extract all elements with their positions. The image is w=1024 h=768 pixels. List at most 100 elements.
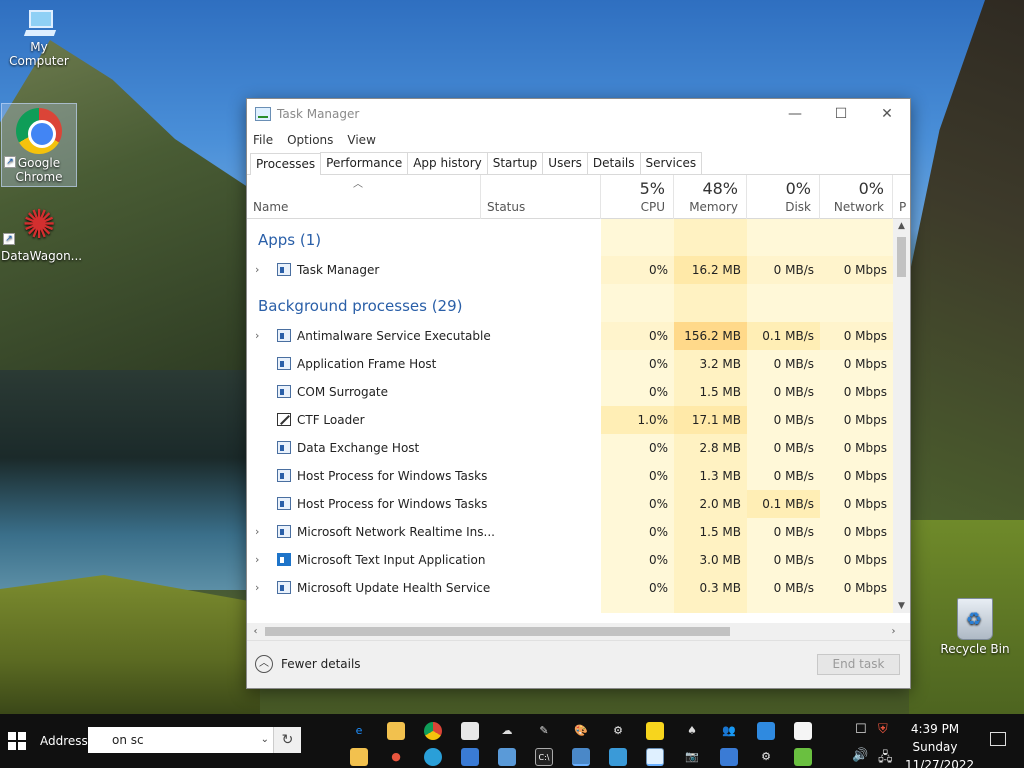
command-prompt-icon[interactable]: C:\ bbox=[535, 748, 553, 766]
camera-icon[interactable]: 📷 bbox=[683, 748, 701, 766]
table-row[interactable]: › Microsoft Network Realtime Ins... 0% 1… bbox=[247, 518, 892, 546]
settings-cog-icon[interactable]: ⚙ bbox=[757, 748, 775, 766]
table-row[interactable]: › Microsoft Text Input Application 0% 3.… bbox=[247, 546, 892, 574]
expand-chevron-icon[interactable]: › bbox=[255, 256, 259, 284]
menu-options[interactable]: Options bbox=[287, 133, 333, 147]
close-button[interactable]: ✕ bbox=[864, 99, 910, 129]
horizontal-scrollbar[interactable]: ‹ › bbox=[247, 623, 910, 640]
system-info-icon[interactable] bbox=[609, 748, 627, 766]
internet-explorer-icon[interactable]: e bbox=[350, 722, 368, 740]
table-row[interactable]: › Microsoft Update Health Service 0% 0.3… bbox=[247, 574, 892, 602]
table-row[interactable]: CTF Loader 1.0% 17.1 MB 0 MB/s 0 Mbps bbox=[247, 406, 892, 434]
process-disk: 0 MB/s bbox=[773, 469, 814, 483]
column-cpu[interactable]: 5% CPU bbox=[601, 175, 674, 219]
volume-icon[interactable]: 🔊 bbox=[852, 748, 868, 763]
maps-pin-icon[interactable]: ● bbox=[387, 748, 405, 766]
edit-tool-icon[interactable]: ✎ bbox=[535, 722, 553, 740]
tab-users[interactable]: Users bbox=[542, 152, 588, 174]
folder-icon[interactable] bbox=[350, 748, 368, 766]
security-shield-icon[interactable]: ⛨ bbox=[878, 722, 888, 737]
tab-processes[interactable]: Processes bbox=[250, 153, 322, 175]
process-name: Task Manager bbox=[297, 263, 380, 277]
scroll-up-icon[interactable]: ▲ bbox=[893, 221, 910, 231]
title-bar[interactable]: Task Manager — ☐ ✕ bbox=[247, 99, 910, 129]
notepad-icon[interactable] bbox=[461, 722, 479, 740]
battery-icon[interactable] bbox=[794, 748, 812, 766]
process-memory: 3.2 MB bbox=[699, 357, 741, 371]
paint-icon[interactable]: 🎨 bbox=[572, 722, 590, 740]
horizontal-scroll-thumb[interactable] bbox=[265, 627, 730, 636]
people-icon[interactable]: 👥 bbox=[720, 722, 738, 740]
expand-chevron-icon[interactable]: › bbox=[255, 574, 259, 602]
column-status[interactable]: Status bbox=[481, 175, 601, 219]
edge-icon[interactable] bbox=[424, 748, 442, 766]
mail-icon[interactable] bbox=[498, 748, 516, 766]
ctf-loader-icon bbox=[277, 413, 291, 426]
settings-gear-icon[interactable]: ⚙ bbox=[609, 722, 627, 740]
task-manager-taskbar-icon[interactable] bbox=[646, 748, 664, 766]
tray-square-icon[interactable]: ☐ bbox=[855, 722, 867, 737]
table-row[interactable]: Data Exchange Host 0% 2.8 MB 0 MB/s 0 Mb… bbox=[247, 434, 892, 462]
notification-center-icon[interactable] bbox=[990, 732, 1006, 746]
table-row[interactable]: Application Frame Host 0% 3.2 MB 0 MB/s … bbox=[247, 350, 892, 378]
table-row[interactable]: Host Process for Windows Tasks 0% 2.0 MB… bbox=[247, 490, 892, 518]
expand-chevron-icon[interactable]: › bbox=[255, 518, 259, 546]
column-network[interactable]: 0% Network bbox=[820, 175, 893, 219]
process-cpu: 0% bbox=[648, 525, 668, 539]
group-header-background[interactable]: Background processes (29) bbox=[247, 292, 892, 320]
scroll-left-icon[interactable]: ‹ bbox=[247, 623, 264, 640]
file-explorer-icon[interactable] bbox=[387, 722, 405, 740]
expand-chevron-icon[interactable]: › bbox=[255, 546, 259, 574]
minimize-button[interactable]: — bbox=[772, 99, 818, 129]
refresh-icon[interactable]: ↻ bbox=[273, 727, 301, 753]
table-row[interactable]: › Task Manager 0% 16.2 MB 0 MB/s 0 Mbps bbox=[247, 256, 893, 284]
control-panel-icon[interactable] bbox=[572, 748, 590, 766]
column-disk[interactable]: 0% Disk bbox=[747, 175, 820, 219]
process-disk: 0 MB/s bbox=[773, 441, 814, 455]
menu-file[interactable]: File bbox=[253, 133, 273, 147]
scroll-down-icon[interactable]: ▼ bbox=[893, 601, 910, 611]
task-manager-window: Task Manager — ☐ ✕ File Options View Pro… bbox=[246, 98, 911, 689]
column-name[interactable]: ︿ Name bbox=[247, 175, 481, 219]
tab-performance[interactable]: Performance bbox=[320, 152, 409, 174]
desktop-icon-datawagon[interactable]: ✺ ↗ DataWagon... bbox=[1, 203, 82, 263]
group-header-apps[interactable]: Apps (1) bbox=[247, 226, 892, 254]
tab-details[interactable]: Details bbox=[586, 152, 641, 174]
chevron-down-icon[interactable]: ⌄ bbox=[261, 727, 269, 753]
fewer-details-button[interactable]: ︿ Fewer details bbox=[255, 655, 361, 673]
table-row[interactable]: › Antimalware Service Executable 0% 156.… bbox=[247, 322, 893, 350]
remote-desktop-icon[interactable] bbox=[757, 722, 775, 740]
calculator-icon[interactable] bbox=[794, 722, 812, 740]
desktop-icon-google-chrome[interactable]: ↗ Google Chrome bbox=[1, 103, 77, 187]
desktop-icon-my-computer[interactable]: My Computer bbox=[1, 10, 77, 68]
table-row[interactable]: COM Surrogate 0% 1.5 MB 0 MB/s 0 Mbps bbox=[247, 378, 892, 406]
vertical-scrollbar[interactable]: ▲ ▼ bbox=[893, 219, 910, 613]
process-name: Microsoft Text Input Application bbox=[297, 553, 486, 567]
solitaire-icon[interactable]: ♠ bbox=[683, 722, 701, 740]
column-power[interactable]: P bbox=[893, 175, 910, 219]
expand-chevron-icon[interactable]: › bbox=[255, 322, 259, 350]
menu-view[interactable]: View bbox=[347, 133, 375, 147]
scroll-right-icon[interactable]: › bbox=[885, 623, 902, 640]
tab-services[interactable]: Services bbox=[639, 152, 703, 174]
maximize-button[interactable]: ☐ bbox=[818, 99, 864, 129]
system-clock[interactable]: 4:39 PM Sunday 11/27/2022 bbox=[905, 720, 974, 768]
network-status-icon[interactable]: 🖧 bbox=[878, 748, 893, 768]
process-disk: 0 MB/s bbox=[747, 256, 820, 284]
windows-start-icon[interactable] bbox=[8, 732, 26, 750]
monitor-icon[interactable] bbox=[720, 748, 738, 766]
chrome-taskbar-icon[interactable] bbox=[424, 722, 442, 740]
vertical-scroll-thumb[interactable] bbox=[897, 237, 906, 277]
address-toolbar[interactable]: on sc ⌄ ↻ bbox=[88, 727, 301, 753]
photos-icon[interactable] bbox=[461, 748, 479, 766]
process-name: Host Process for Windows Tasks bbox=[297, 469, 488, 483]
desktop-icon-recycle-bin[interactable]: Recycle Bin bbox=[937, 598, 1013, 656]
column-memory[interactable]: 48% Memory bbox=[674, 175, 747, 219]
address-input[interactable]: on sc bbox=[112, 727, 144, 753]
end-task-button[interactable]: End task bbox=[817, 654, 900, 675]
sticky-notes-icon[interactable] bbox=[646, 722, 664, 740]
table-row[interactable]: Host Process for Windows Tasks 0% 1.3 MB… bbox=[247, 462, 892, 490]
tab-app-history[interactable]: App history bbox=[407, 152, 488, 174]
tab-startup[interactable]: Startup bbox=[486, 152, 544, 174]
network-map-icon[interactable]: ☁ bbox=[498, 722, 516, 740]
